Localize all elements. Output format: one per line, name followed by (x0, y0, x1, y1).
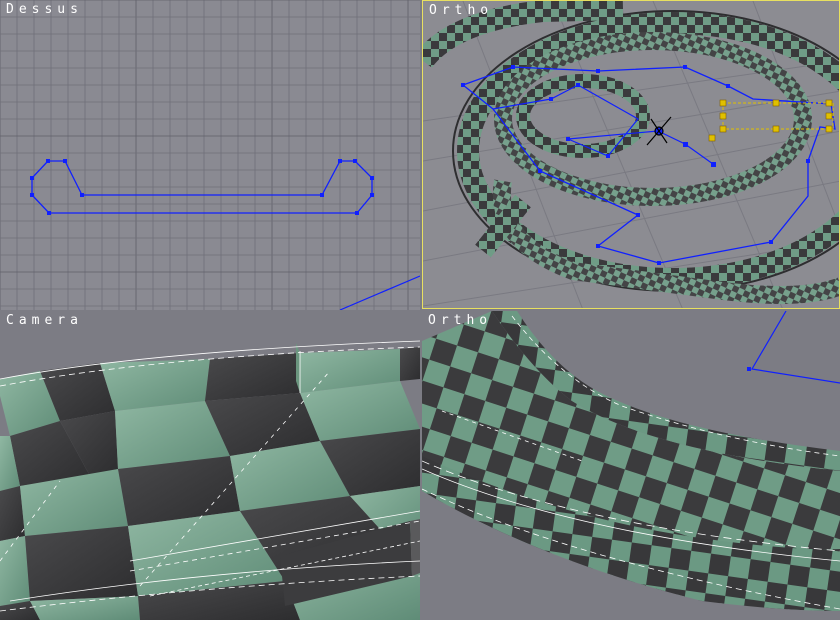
camera-scene (0, 340, 420, 620)
viewport-label: Ortho (428, 313, 493, 328)
viewport-label: Dessus (6, 2, 83, 17)
top-spline[interactable] (0, 0, 420, 310)
ortho2-scene (422, 311, 840, 620)
selection-box (722, 102, 834, 130)
camera-marker-icon (646, 116, 672, 146)
viewport-label: Ortho (429, 3, 494, 18)
viewport-label: Camera (6, 313, 83, 328)
viewport-ortho-1[interactable]: Ortho (422, 0, 840, 309)
viewport-camera[interactable]: Camera (0, 311, 420, 620)
viewport-ortho-2[interactable]: Ortho (422, 311, 840, 620)
ortho1-spline[interactable] (423, 1, 840, 309)
viewport-top[interactable]: Dessus (0, 0, 420, 310)
